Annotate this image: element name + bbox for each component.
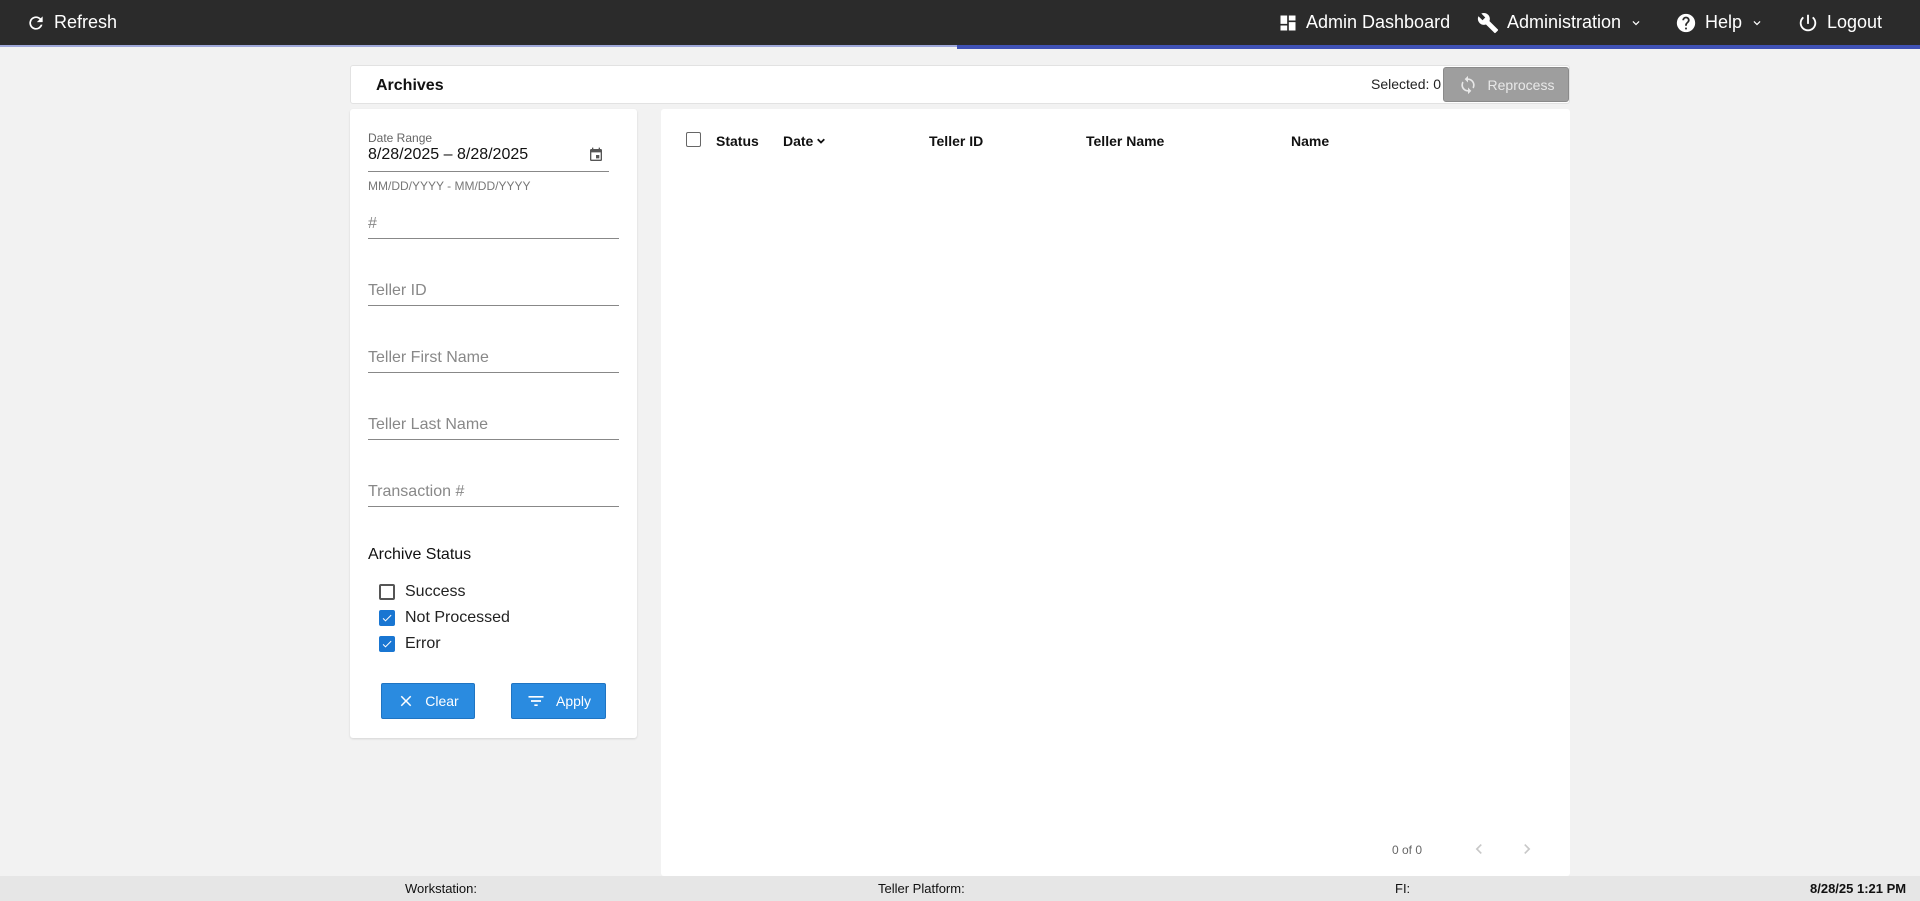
teller-platform-label: Teller Platform: (878, 881, 965, 896)
workstation-label: Workstation: (405, 881, 478, 896)
logout-label: Logout (1827, 12, 1883, 32)
status-success-option[interactable]: Success (379, 583, 465, 601)
chevron-left-icon (1475, 844, 1482, 854)
date-range-hint: MM/DD/YYYY - MM/DD/YYYY (368, 179, 531, 193)
help-menu[interactable]: Help (1675, 0, 1764, 45)
filter-panel: Date Range 8/28/2025 – 8/28/2025 MM/DD/Y… (350, 109, 637, 738)
selected-count: Selected: 0 (1371, 76, 1442, 92)
topbar-accent-bar (957, 45, 1920, 49)
archives-header: Archives Selected: 0 Reprocess (350, 65, 1570, 104)
help-label: Help (1705, 12, 1743, 32)
archive-status-label: Archive Status (368, 546, 472, 563)
column-header-date-label: Date (783, 133, 814, 149)
fi-label: FI: (1395, 881, 1411, 896)
teller-id-field[interactable] (368, 276, 619, 306)
status-success-checkbox[interactable] (379, 584, 395, 600)
chevron-down-icon (1632, 20, 1640, 25)
top-navigation-bar: Refresh Admin Dashboard Administration H… (0, 0, 1920, 45)
refresh-label: Refresh (54, 12, 118, 32)
select-all-checkbox[interactable] (686, 132, 701, 147)
check-icon (382, 640, 392, 648)
apply-label: Apply (555, 693, 592, 709)
apply-button[interactable]: Apply (511, 683, 606, 719)
number-field[interactable] (368, 209, 619, 239)
refresh-icon (29, 15, 43, 30)
administration-menu[interactable]: Administration (1477, 0, 1643, 45)
status-not-processed-option[interactable]: Not Processed (379, 609, 510, 627)
teller-last-name-field[interactable] (368, 410, 619, 440)
previous-page-button[interactable] (1468, 838, 1490, 860)
filter-icon (528, 696, 544, 706)
status-error-label: Error (405, 635, 441, 652)
check-icon (382, 614, 392, 622)
admin-dashboard-label: Admin Dashboard (1306, 12, 1451, 32)
next-page-button[interactable] (1516, 838, 1538, 860)
administration-label: Administration (1507, 12, 1622, 32)
dashboard-icon (1280, 15, 1296, 30)
sort-descending-icon (817, 138, 826, 144)
date-range-underline (368, 171, 609, 172)
reprocess-label: Reprocess (1487, 76, 1555, 93)
column-header-teller-name[interactable]: Teller Name (1086, 133, 1164, 149)
chevron-right-icon (1524, 844, 1531, 854)
page-title: Archives (376, 77, 444, 94)
archives-grid: Status Date Teller ID Teller Name Name 0… (661, 109, 1570, 876)
help-icon (1676, 13, 1696, 32)
sync-icon (1460, 75, 1475, 94)
date-range-input[interactable]: 8/28/2025 – 8/28/2025 (368, 146, 528, 164)
close-icon (401, 695, 412, 707)
status-success-label: Success (405, 583, 466, 600)
refresh-button[interactable]: Refresh (26, 0, 117, 45)
logout-button[interactable]: Logout (1797, 0, 1882, 45)
status-error-option[interactable]: Error (379, 635, 441, 653)
status-not-processed-label: Not Processed (405, 609, 510, 626)
calendar-icon[interactable] (588, 147, 604, 163)
teller-first-name-field[interactable] (368, 343, 619, 373)
chevron-down-icon (1753, 20, 1761, 25)
date-range-label: Date Range (368, 131, 433, 145)
column-header-name[interactable]: Name (1291, 133, 1329, 149)
footer-datetime: 8/28/25 1:21 PM (1810, 881, 1907, 896)
status-not-processed-checkbox[interactable] (379, 610, 395, 626)
wrench-icon (1477, 12, 1499, 33)
topbar-divider (0, 45, 957, 47)
column-header-date[interactable]: Date (783, 133, 828, 149)
power-icon (1799, 14, 1817, 31)
status-error-checkbox[interactable] (379, 636, 395, 652)
transaction-number-field[interactable] (368, 477, 619, 507)
reprocess-button[interactable]: Reprocess (1443, 67, 1569, 102)
clear-button[interactable]: Clear (381, 683, 475, 719)
admin-dashboard-link[interactable]: Admin Dashboard (1278, 0, 1450, 45)
column-header-teller-id[interactable]: Teller ID (929, 133, 983, 149)
pager-count: 0 of 0 (1392, 843, 1423, 857)
status-footer: Workstation: Teller Platform: FI: 8/28/2… (0, 876, 1920, 901)
clear-label: Clear (425, 693, 459, 709)
column-header-status[interactable]: Status (716, 133, 759, 149)
